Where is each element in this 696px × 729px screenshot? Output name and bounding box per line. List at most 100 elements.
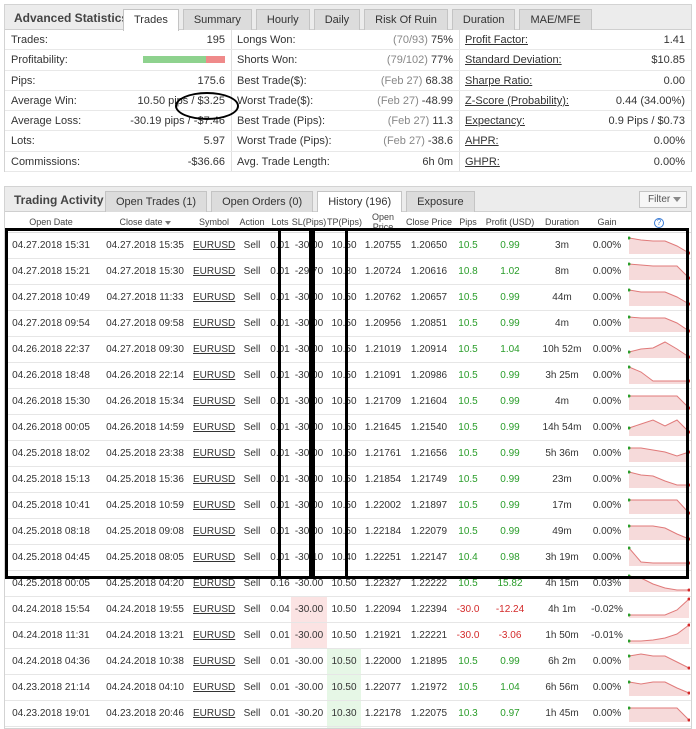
stat-value: 0.00%	[654, 131, 685, 151]
open-date-cell: 04.25.2018 00:05	[5, 570, 97, 597]
stat-label: Worst Trade (Pips):	[237, 135, 332, 148]
table-row[interactable]: 04.27.2018 10:49 04.27.2018 11:33 EURUSD Se…	[5, 284, 691, 311]
tab-history[interactable]: History (196)	[317, 191, 403, 213]
trade-sparkline	[627, 653, 691, 670]
table-row[interactable]: 04.27.2018 15:21 04.27.2018 15:30 EURUSD Se…	[5, 258, 691, 285]
symbol-link[interactable]: EURUSD	[193, 466, 235, 493]
header-symbol[interactable]: Symbol	[193, 212, 235, 233]
table-row[interactable]: 04.24.2018 15:54 04.24.2018 19:55 EURUSD Se…	[5, 596, 691, 623]
tab-exposure[interactable]: Exposure	[406, 191, 475, 212]
stat-value-text: 195	[206, 34, 225, 46]
symbol-link[interactable]: EURUSD	[193, 440, 235, 467]
tab-duration[interactable]: Duration	[451, 9, 516, 30]
table-row[interactable]: 04.25.2018 08:18 04.25.2018 09:08 EURUSD Se…	[5, 518, 691, 545]
header-sl[interactable]: SL(Pips)	[291, 212, 327, 233]
filter-dropdown[interactable]: Filter	[639, 191, 687, 208]
symbol-link[interactable]: EURUSD	[193, 336, 235, 363]
stat-value: 0.44 (34.00%)	[616, 91, 685, 111]
stat-label[interactable]: Profit Factor:	[465, 30, 528, 50]
header-close-date[interactable]: Close date	[97, 212, 193, 233]
trade-sparkline	[627, 706, 691, 722]
tab-open-orders[interactable]: Open Orders (0)	[211, 191, 314, 212]
table-row[interactable]: 04.26.2018 00:05 04.26.2018 14:59 EURUSD Se…	[5, 414, 691, 441]
symbol-link[interactable]: EURUSD	[193, 596, 235, 623]
symbol-link[interactable]: EURUSD	[193, 544, 235, 571]
symbol-link[interactable]: EURUSD	[193, 232, 235, 259]
table-row[interactable]: 04.23.2018 21:14 04.24.2018 04:10 EURUSD Se…	[5, 674, 691, 701]
header-action[interactable]: Action	[235, 212, 269, 233]
header-profit[interactable]: Profit (USD)	[483, 212, 537, 233]
stat-row: Z-Score (Probability): 0.44 (34.00%)	[459, 91, 691, 112]
table-row[interactable]: 04.25.2018 00:05 04.25.2018 04:20 EURUSD Se…	[5, 570, 691, 597]
symbol-link[interactable]: EURUSD	[193, 362, 235, 389]
duration-cell: 4h 15m	[537, 570, 587, 597]
stat-row: Sharpe Ratio: 0.00	[459, 71, 691, 91]
table-row[interactable]: 04.23.2018 19:01 04.23.2018 20:46 EURUSD Se…	[5, 700, 691, 727]
tab-mae-mfe[interactable]: MAE/MFE	[519, 9, 592, 30]
symbol-link[interactable]: EURUSD	[193, 622, 235, 649]
stat-label[interactable]: Expectancy:	[465, 111, 525, 131]
tab-risk-of-ruin[interactable]: Risk Of Ruin	[364, 9, 448, 30]
stat-value: 0.00%	[654, 152, 685, 172]
stat-label[interactable]: GHPR:	[465, 152, 500, 172]
trade-sparkline	[627, 546, 691, 566]
tab-open-trades[interactable]: Open Trades (1)	[105, 191, 208, 212]
header-open-date[interactable]: Open Date	[5, 212, 97, 233]
symbol-link[interactable]: EURUSD	[193, 518, 235, 545]
table-row[interactable]: 04.27.2018 15:31 04.27.2018 15:35 EURUSD Se…	[5, 232, 691, 259]
table-row[interactable]: 04.27.2018 09:54 04.27.2018 09:58 EURUSD Se…	[5, 310, 691, 337]
action-cell: Sell	[235, 388, 269, 415]
table-row[interactable]: 04.25.2018 04:45 04.25.2018 08:05 EURUSD Se…	[5, 544, 691, 571]
table-row[interactable]: 04.26.2018 22:37 04.27.2018 09:30 EURUSD Se…	[5, 336, 691, 363]
tab-summary[interactable]: Summary	[182, 9, 252, 30]
open-price-cell: 1.21091	[361, 362, 405, 389]
stat-value-text: 1.41	[663, 34, 685, 46]
stat-value: 0.00	[664, 71, 685, 91]
stat-label[interactable]: Z-Score (Probability):	[465, 91, 569, 111]
symbol-link[interactable]: EURUSD	[193, 492, 235, 519]
stat-label[interactable]: Sharpe Ratio:	[465, 71, 532, 91]
trade-sparkline	[627, 524, 691, 541]
table-row[interactable]: 04.25.2018 18:02 04.25.2018 23:38 EURUSD Se…	[5, 440, 691, 467]
stat-label: Trades:	[11, 34, 48, 46]
pips-cell: 10.4	[453, 544, 483, 571]
stat-value: 1.41	[664, 30, 685, 50]
stat-value: (Feb 27) -48.99	[377, 91, 453, 111]
header-lots[interactable]: Lots	[269, 212, 291, 233]
tab-trades[interactable]: Trades	[123, 9, 179, 31]
info-icon[interactable]: ?	[654, 217, 664, 228]
symbol-link[interactable]: EURUSD	[193, 258, 235, 285]
symbol-link[interactable]: EURUSD	[193, 414, 235, 441]
pips-cell: 10.5	[453, 570, 483, 597]
symbol-link[interactable]: EURUSD	[193, 284, 235, 311]
header-close-price[interactable]: Close Price	[405, 212, 453, 233]
header-info[interactable]: ?	[627, 212, 691, 233]
tab-daily[interactable]: Daily	[313, 9, 361, 30]
table-row[interactable]: 04.25.2018 10:41 04.25.2018 10:59 EURUSD Se…	[5, 492, 691, 519]
close-date-cell: 04.25.2018 10:59	[97, 492, 193, 519]
close-price-cell: 1.22147	[405, 544, 453, 571]
symbol-link[interactable]: EURUSD	[193, 648, 235, 675]
table-row[interactable]: 04.26.2018 18:48 04.26.2018 22:14 EURUSD Se…	[5, 362, 691, 389]
gain-cell: 0.00%	[587, 310, 627, 337]
stat-label[interactable]: AHPR:	[465, 131, 499, 151]
trade-sparkline	[627, 394, 691, 410]
symbol-link[interactable]: EURUSD	[193, 674, 235, 701]
header-duration[interactable]: Duration	[537, 212, 587, 233]
symbol-link[interactable]: EURUSD	[193, 570, 235, 597]
header-tp[interactable]: TP(Pips)	[327, 212, 362, 233]
symbol-link[interactable]: EURUSD	[193, 388, 235, 415]
header-gain[interactable]: Gain	[587, 212, 627, 233]
symbol-link[interactable]: EURUSD	[193, 700, 235, 727]
table-row[interactable]: 04.26.2018 15:30 04.26.2018 15:34 EURUSD Se…	[5, 388, 691, 415]
table-row[interactable]: 04.24.2018 11:31 04.24.2018 13:21 EURUSD Se…	[5, 622, 691, 649]
tab-hourly[interactable]: Hourly	[255, 9, 310, 30]
tp-cell: 10.50	[327, 310, 361, 337]
header-pips[interactable]: Pips	[453, 212, 483, 233]
table-row[interactable]: 04.24.2018 04:36 04.24.2018 10:38 EURUSD Se…	[5, 648, 691, 675]
stat-label[interactable]: Standard Deviation:	[465, 50, 562, 70]
header-open-price[interactable]: Open Price	[361, 212, 405, 233]
gain-cell: 0.00%	[587, 440, 627, 467]
symbol-link[interactable]: EURUSD	[193, 310, 235, 337]
table-row[interactable]: 04.25.2018 15:13 04.25.2018 15:36 EURUSD Se…	[5, 466, 691, 493]
